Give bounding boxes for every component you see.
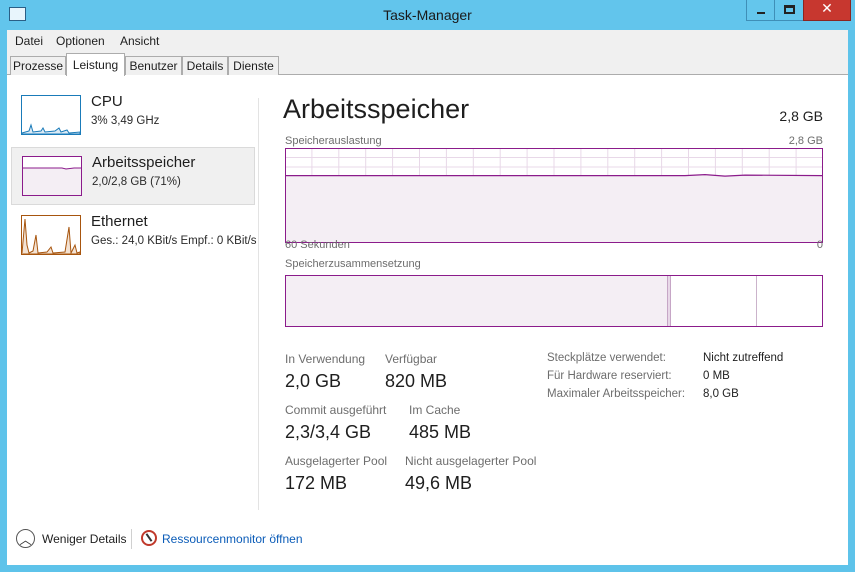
cached-value: 485 MB <box>409 422 472 442</box>
tab-details[interactable]: Details <box>182 56 228 75</box>
memory-subtitle: 2,0/2,8 GB (71%) <box>92 176 181 188</box>
composition-modified <box>667 276 671 326</box>
graph-time-label: 60 Sekunden <box>285 239 350 251</box>
resource-monitor-icon[interactable] <box>141 530 157 546</box>
tab-leistung[interactable]: Leistung <box>66 53 125 76</box>
cpu-title: CPU <box>91 93 123 110</box>
tab-prozesse[interactable]: Prozesse <box>10 56 66 75</box>
max-memory-label: Maximaler Arbeitsspeicher: <box>547 388 686 400</box>
sidebar-item-ethernet[interactable]: Ethernet Ges.: 24,0 KBit/s Empf.: 0 KBit… <box>11 207 257 265</box>
fewer-details-link[interactable]: Weniger Details <box>42 532 126 546</box>
footer-separator <box>131 529 132 549</box>
ethernet-subtitle: Ges.: 24,0 KBit/s Empf.: 0 KBit/s <box>91 235 257 247</box>
graph-min-label: 0 <box>816 239 823 251</box>
sidebar-item-memory[interactable]: Arbeitsspeicher 2,0/2,8 GB (71%) <box>11 147 255 205</box>
close-button[interactable]: ✕ <box>803 0 851 21</box>
committed-label: Commit ausgeführt <box>285 403 387 417</box>
menu-optionen[interactable]: Optionen <box>56 34 105 48</box>
cpu-graph-thumbnail-icon <box>21 95 81 135</box>
memory-title: Arbeitsspeicher <box>92 154 196 171</box>
available-value: 820 MB <box>385 371 448 391</box>
maximize-button[interactable] <box>774 0 803 21</box>
usage-graph-max: 2,8 GB <box>788 135 823 147</box>
usage-graph-label: Speicherauslastung <box>285 135 382 147</box>
resource-list: CPU 3% 3,49 GHz Arbeitsspeicher 2,0/2,8 … <box>7 75 259 505</box>
composition-label: Speicherzusammensetzung <box>285 258 421 270</box>
slots-used-value: Nicht zutreffend <box>703 352 784 364</box>
resource-monitor-link[interactable]: Ressourcenmonitor öffnen <box>162 532 303 546</box>
nonpaged-pool-value: 49,6 MB <box>405 473 473 493</box>
cpu-subtitle: 3% 3,49 GHz <box>91 115 160 127</box>
minimize-button[interactable] <box>746 0 774 21</box>
chevron-up-icon: ︿ <box>19 533 32 547</box>
usage-area <box>286 175 822 242</box>
title-bar[interactable]: Task-Manager ✕ <box>0 0 855 30</box>
tab-strip: Prozesse Leistung Benutzer Details Diens… <box>7 51 848 76</box>
composition-in-use <box>286 276 667 326</box>
cached-label: Im Cache <box>409 403 461 417</box>
hardware-reserved-label: Für Hardware reserviert: <box>547 370 672 382</box>
ethernet-title: Ethernet <box>91 213 148 230</box>
tab-dienste[interactable]: Dienste <box>228 56 279 75</box>
in-use-label: In Verwendung <box>285 352 366 366</box>
minimize-icon <box>757 12 765 14</box>
fewer-details-button[interactable]: ︿ <box>16 529 35 548</box>
menu-ansicht[interactable]: Ansicht <box>120 34 159 48</box>
available-label: Verfügbar <box>385 352 438 366</box>
memory-composition-bar <box>285 275 823 327</box>
menu-datei[interactable]: Datei <box>15 34 43 48</box>
paged-pool-label: Ausgelagerter Pool <box>285 454 388 468</box>
window-client-area: Datei Optionen Ansicht Prozesse Leistung… <box>7 30 848 565</box>
pane-divider[interactable] <box>258 98 259 510</box>
slots-used-label: Steckplätze verwendet: <box>547 352 666 364</box>
window-title: Task-Manager <box>383 7 472 23</box>
ethernet-graph-thumbnail-icon <box>21 215 81 255</box>
hardware-reserved-value: 0 MB <box>703 370 730 382</box>
tab-benutzer[interactable]: Benutzer <box>125 56 182 75</box>
sidebar-item-cpu[interactable]: CPU 3% 3,49 GHz <box>11 87 255 145</box>
nonpaged-pool-label: Nicht ausgelagerter Pool <box>405 454 537 468</box>
page-title: Arbeitsspeicher <box>283 94 470 124</box>
paged-pool-value: 172 MB <box>285 473 348 493</box>
composition-standby-separator <box>756 276 757 326</box>
in-use-value: 2,0 GB <box>285 371 342 391</box>
committed-value: 2,3/3,4 GB <box>285 422 372 442</box>
memory-graph-thumbnail-icon <box>22 156 82 196</box>
max-memory-value: 8,0 GB <box>703 388 739 400</box>
maximize-icon <box>784 5 795 14</box>
menu-bar: Datei Optionen Ansicht <box>7 30 848 51</box>
memory-total: 2,8 GB <box>779 108 823 124</box>
memory-usage-graph <box>285 148 823 243</box>
close-icon: ✕ <box>821 1 833 17</box>
